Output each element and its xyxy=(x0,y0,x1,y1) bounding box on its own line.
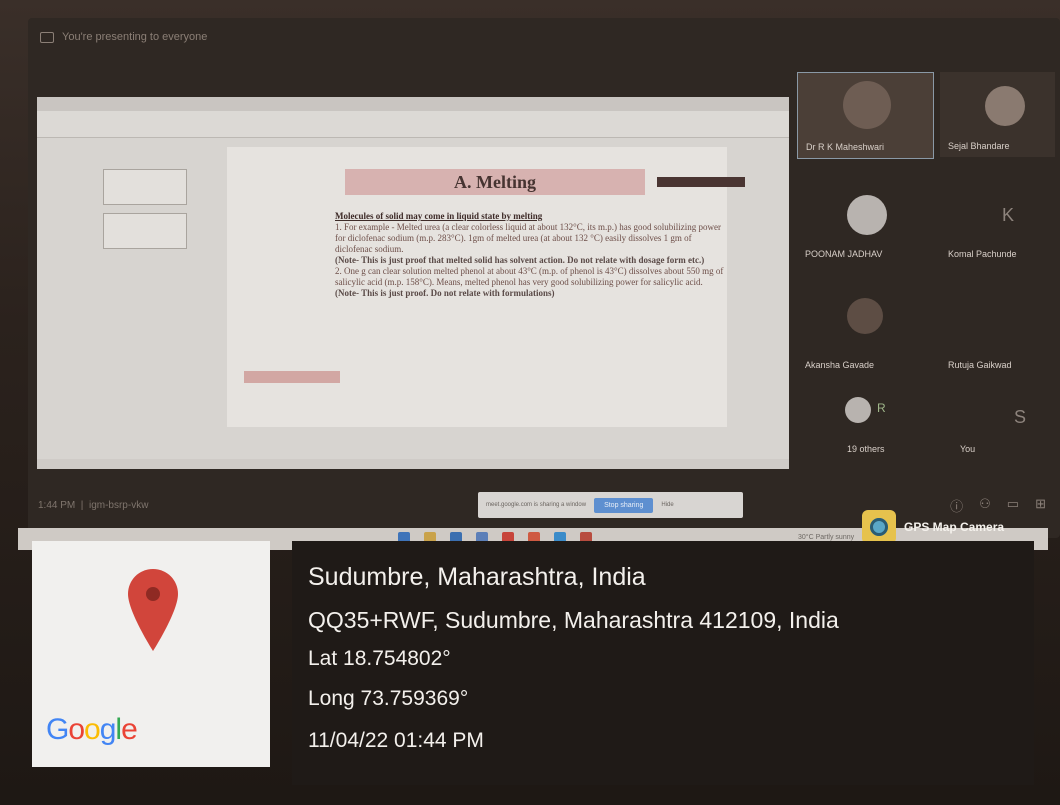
photo-background: You're presenting to everyone ••••••••••… xyxy=(0,0,1060,805)
participant-tile[interactable]: Akansha Gavade xyxy=(797,276,932,376)
slide-heading: Molecules of solid may come in liquid st… xyxy=(335,211,543,221)
shared-presentation: •••••••••••••••••• •••••••••••••••••• A.… xyxy=(37,97,789,469)
longitude: Long 73.759369° xyxy=(308,687,469,710)
slide-canvas: A. Melting Molecules of solid may come i… xyxy=(227,147,745,427)
avatar xyxy=(985,86,1025,126)
participant-name: POONAM JADHAV xyxy=(805,249,883,259)
meeting-code: igm-bsrp-vkw xyxy=(88,500,149,511)
participant-name: Rutuja Gaikwad xyxy=(948,360,1012,370)
gps-map-camera-brand: GPS Map Camera xyxy=(862,510,1004,544)
others-count: 19 others xyxy=(847,444,885,454)
avatar xyxy=(845,397,871,423)
activities-icon[interactable]: ⊞ xyxy=(1035,496,1046,515)
app-statusbar xyxy=(37,459,789,469)
avatar-initial: K xyxy=(1002,205,1015,225)
slide-thumbnail[interactable] xyxy=(103,213,187,249)
location-address: QQ35+RWF, Sudumbre, Maharashtra 412109, … xyxy=(308,607,839,633)
hide-button[interactable]: Hide xyxy=(661,502,673,508)
brand-text: GPS Map Camera xyxy=(904,520,1005,534)
slide-body: Molecules of solid may come in liquid st… xyxy=(335,211,727,299)
latitude: Lat 18.754802° xyxy=(308,647,451,670)
slide-paragraph: 1. For example - Melted urea (a clear co… xyxy=(335,222,722,254)
slide-title: A. Melting xyxy=(345,169,645,195)
sharing-notification: meet.google.com is sharing a window Stop… xyxy=(478,492,743,518)
present-screen-icon xyxy=(40,31,54,43)
google-logo: Google xyxy=(46,713,138,746)
gps-camera-logo-icon xyxy=(862,510,896,544)
participant-tile[interactable]: Sejal Bhandare xyxy=(940,72,1055,157)
presenting-text: You're presenting to everyone xyxy=(62,31,208,43)
participant-tile[interactable]: Dr R K Maheshwari xyxy=(797,72,934,159)
avatar xyxy=(847,195,887,235)
participant-tile[interactable]: POONAM JADHAV xyxy=(797,175,932,265)
slide-thumbnails xyxy=(61,161,187,451)
presenting-banner: You're presenting to everyone xyxy=(40,28,207,46)
sharing-text: meet.google.com is sharing a window xyxy=(486,502,587,508)
app-titlebar xyxy=(37,97,789,111)
participant-name: Sejal Bhandare xyxy=(948,141,1010,151)
participant-video xyxy=(843,81,891,129)
participant-tile[interactable]: Rutuja Gaikwad xyxy=(940,276,1055,376)
participant-name: Dr R K Maheshwari xyxy=(806,142,885,152)
slide-red-shape xyxy=(244,371,340,383)
participant-tile[interactable]: S You xyxy=(940,385,1055,460)
slide-dark-bar xyxy=(657,177,745,187)
avatar xyxy=(847,298,883,334)
participant-tile[interactable]: K Komal Pachunde xyxy=(940,175,1055,265)
time-text: 1:44 PM xyxy=(38,500,76,511)
avatar-initial: S xyxy=(1014,407,1027,427)
app-ribbon xyxy=(37,111,789,138)
participant-name: Komal Pachunde xyxy=(948,249,1017,259)
map-thumbnail: Google xyxy=(32,541,270,767)
location-title: Sudumbre, Maharashtra, India xyxy=(308,563,646,591)
slide-paragraph: 2. One g can clear solution melted pheno… xyxy=(335,266,724,287)
meeting-time: 1:44 PM | igm-bsrp-vkw xyxy=(38,500,149,511)
map-pin-icon xyxy=(128,569,178,651)
datetime-stamp: 11/04/22 01:44 PM xyxy=(308,729,484,752)
avatar-initial: R xyxy=(877,401,886,415)
participant-name: Akansha Gavade xyxy=(805,360,875,370)
location-info-card: Sudumbre, Maharashtra, India QQ35+RWF, S… xyxy=(292,541,1034,785)
slide-note: (Note- This is just proof that melted so… xyxy=(335,255,705,265)
chat-icon[interactable]: ▭ xyxy=(1007,496,1019,515)
weather-widget[interactable]: 30°C Partly sunny xyxy=(798,534,854,541)
participant-tile[interactable]: R 19 others xyxy=(797,385,932,460)
slide-thumbnail[interactable] xyxy=(103,169,187,205)
stop-sharing-button[interactable]: Stop sharing xyxy=(594,497,654,513)
slide-note: (Note- This is just proof. Do not relate… xyxy=(335,288,555,298)
participant-name: You xyxy=(960,444,976,454)
